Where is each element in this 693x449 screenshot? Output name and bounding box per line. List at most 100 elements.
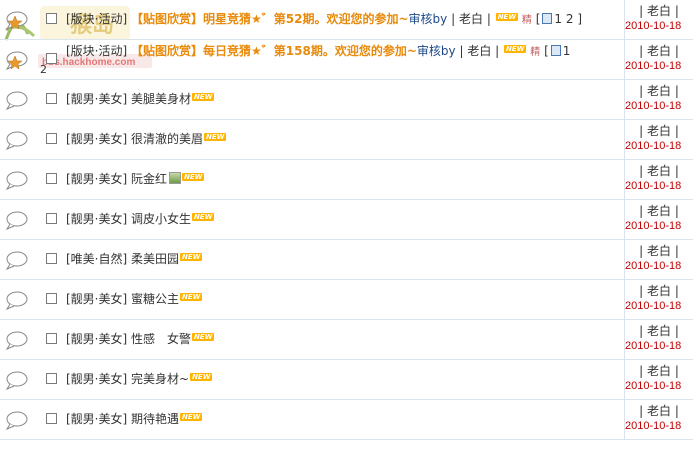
speech-bubble-icon: [5, 291, 28, 311]
thread-title-link[interactable]: 完美身材~: [131, 372, 189, 386]
author-cell: | 老白 |: [639, 84, 679, 98]
thread-title-line: [版块·活动] 【贴图欣赏】每日竞猜★゛第158期。欢迎您的参加~审核by | …: [66, 44, 571, 58]
thread-checkbox[interactable]: [46, 333, 57, 344]
author-link[interactable]: 老白: [647, 204, 671, 218]
speech-bubble-icon: [5, 211, 28, 231]
moderator-label: 审核by: [408, 12, 448, 26]
author-link[interactable]: 老白: [647, 404, 671, 418]
post-date: 2010-10-18: [625, 420, 682, 432]
page-links[interactable]: 1 2: [554, 12, 573, 26]
forum-tag[interactable]: [靓男·美女]: [66, 412, 127, 426]
post-date: 2010-10-18: [625, 340, 682, 352]
thread-checkbox[interactable]: [46, 293, 57, 304]
post-date: 2010-10-18: [625, 100, 682, 112]
new-badge-icon: NEW: [190, 373, 213, 381]
image-attachment-icon: [169, 172, 182, 184]
thread-checkbox[interactable]: [46, 413, 57, 424]
page-links-continued[interactable]: 2: [40, 63, 47, 76]
thread-title-link[interactable]: 【贴图欣赏】明星竞猜★゛第52期。欢迎您的参加~: [131, 12, 409, 26]
thread-row[interactable]: [唯美·自然] 柔美田园 NEW | 老白 | 2010-10-18: [0, 240, 693, 280]
thread-title-link[interactable]: 很清澈的美眉: [131, 132, 203, 146]
speech-bubble-icon: [5, 371, 28, 391]
author-cell: | 老白 |: [639, 284, 679, 298]
author-link[interactable]: 老白: [647, 124, 671, 138]
author-link[interactable]: 老白: [647, 44, 671, 58]
thread-title-link[interactable]: 蜜糖公主: [131, 292, 179, 306]
thread-title-link[interactable]: 美腿美身材: [131, 92, 191, 106]
thread-title-link[interactable]: 性感 女警: [131, 332, 191, 346]
forum-tag[interactable]: [靓男·美女]: [66, 332, 127, 346]
thread-checkbox[interactable]: [46, 173, 57, 184]
thread-checkbox[interactable]: [46, 373, 57, 384]
forum-tag[interactable]: [唯美·自然]: [66, 252, 127, 266]
thread-row[interactable]: [靓男·美女] 期待艳遇 NEW | 老白 | 2010-10-18: [0, 400, 693, 440]
forum-tag[interactable]: [靓男·美女]: [66, 92, 127, 106]
multipage-icon: [550, 45, 561, 56]
sticky-star-icon: [8, 16, 22, 30]
thread-checkbox[interactable]: [46, 53, 57, 64]
author-link[interactable]: 老白: [647, 84, 671, 98]
moderator-user-link[interactable]: 老白: [459, 12, 483, 26]
forum-tag[interactable]: [靓男·美女]: [66, 212, 127, 226]
thread-title-link[interactable]: 期待艳遇: [131, 412, 179, 426]
thread-title-link[interactable]: 阮金红: [131, 172, 167, 186]
thread-checkbox[interactable]: [46, 213, 57, 224]
author-cell: | 老白 |: [639, 44, 679, 58]
forum-tag[interactable]: [靓男·美女]: [66, 132, 127, 146]
multipage-icon: [542, 13, 553, 24]
new-badge-icon: NEW: [192, 213, 215, 221]
author-link[interactable]: 老白: [647, 164, 671, 178]
post-date: 2010-10-18: [625, 380, 682, 392]
hot-icon: 精: [530, 47, 541, 58]
author-cell: | 老白 |: [639, 404, 679, 418]
author-link[interactable]: 老白: [647, 284, 671, 298]
thread-title-link[interactable]: 调皮小女生: [131, 212, 191, 226]
thread-row[interactable]: [靓男·美女] 很清澈的美眉 NEW | 老白 | 2010-10-18: [0, 120, 693, 160]
thread-row[interactable]: [靓男·美女] 性感 女警 NEW | 老白 | 2010-10-18: [0, 320, 693, 360]
post-date: 2010-10-18: [625, 220, 682, 232]
thread-title-link[interactable]: 【贴图欣赏】每日竞猜★゛第158期。欢迎您的参加~: [131, 44, 417, 58]
forum-tag[interactable]: [靓男·美女]: [66, 172, 127, 186]
thread-title-line: [靓男·美女] 完美身材~ NEW: [66, 371, 213, 387]
thread-title-line: [靓男·美女] 很清澈的美眉 NEW: [66, 131, 227, 147]
thread-row[interactable]: [版块·活动] 【贴图欣赏】每日竞猜★゛第158期。欢迎您的参加~审核by | …: [0, 40, 693, 80]
thread-checkbox[interactable]: [46, 133, 57, 144]
forum-tag[interactable]: [靓男·美女]: [66, 292, 127, 306]
sticky-star-icon: [8, 56, 22, 70]
new-badge-icon: NEW: [192, 333, 215, 341]
author-link[interactable]: 老白: [647, 364, 671, 378]
new-badge-icon: NEW: [180, 293, 203, 301]
thread-row[interactable]: [版块·活动] 【贴图欣赏】明星竞猜★゛第52期。欢迎您的参加~审核by | 老…: [0, 0, 693, 40]
thread-title-line: [靓男·美女] 期待艳遇 NEW: [66, 411, 203, 427]
thread-row[interactable]: [靓男·美女] 蜜糖公主 NEW | 老白 | 2010-10-18: [0, 280, 693, 320]
author-link[interactable]: 老白: [647, 4, 671, 18]
thread-title-link[interactable]: 柔美田园: [131, 252, 179, 266]
thread-row[interactable]: [靓男·美女] 美腿美身材 NEW | 老白 | 2010-10-18: [0, 80, 693, 120]
page-links[interactable]: 1: [563, 44, 571, 58]
moderator-user-link[interactable]: 老白: [467, 44, 491, 58]
forum-tag[interactable]: [版块·活动]: [66, 44, 127, 58]
thread-title-line: [靓男·美女] 美腿美身材 NEW: [66, 91, 215, 107]
thread-checkbox[interactable]: [46, 93, 57, 104]
author-link[interactable]: 老白: [647, 244, 671, 258]
post-date: 2010-10-18: [625, 300, 682, 312]
post-date: 2010-10-18: [625, 260, 682, 272]
thread-row[interactable]: [靓男·美女] 阮金红 NEW | 老白 | 2010-10-18: [0, 160, 693, 200]
thread-title-line: [靓男·美女] 调皮小女生 NEW: [66, 211, 215, 227]
thread-row[interactable]: [靓男·美女] 调皮小女生 NEW | 老白 | 2010-10-18: [0, 200, 693, 240]
forum-tag[interactable]: [靓男·美女]: [66, 372, 127, 386]
moderator-label: 审核by: [416, 44, 456, 58]
thread-row[interactable]: [靓男·美女] 完美身材~ NEW | 老白 | 2010-10-18: [0, 360, 693, 400]
post-date: 2010-10-18: [625, 20, 682, 32]
thread-checkbox[interactable]: [46, 253, 57, 264]
author-cell: | 老白 |: [639, 124, 679, 138]
author-link[interactable]: 老白: [647, 324, 671, 338]
new-badge-icon: NEW: [204, 133, 227, 141]
thread-title-line: [靓男·美女] 阮金红 NEW: [66, 171, 205, 187]
forum-tag[interactable]: [版块·活动]: [66, 12, 127, 26]
post-date: 2010-10-18: [625, 180, 682, 192]
speech-bubble-icon: [5, 411, 28, 431]
author-cell: | 老白 |: [639, 4, 679, 18]
thread-checkbox[interactable]: [46, 13, 57, 24]
new-badge-icon: NEW: [504, 45, 527, 53]
